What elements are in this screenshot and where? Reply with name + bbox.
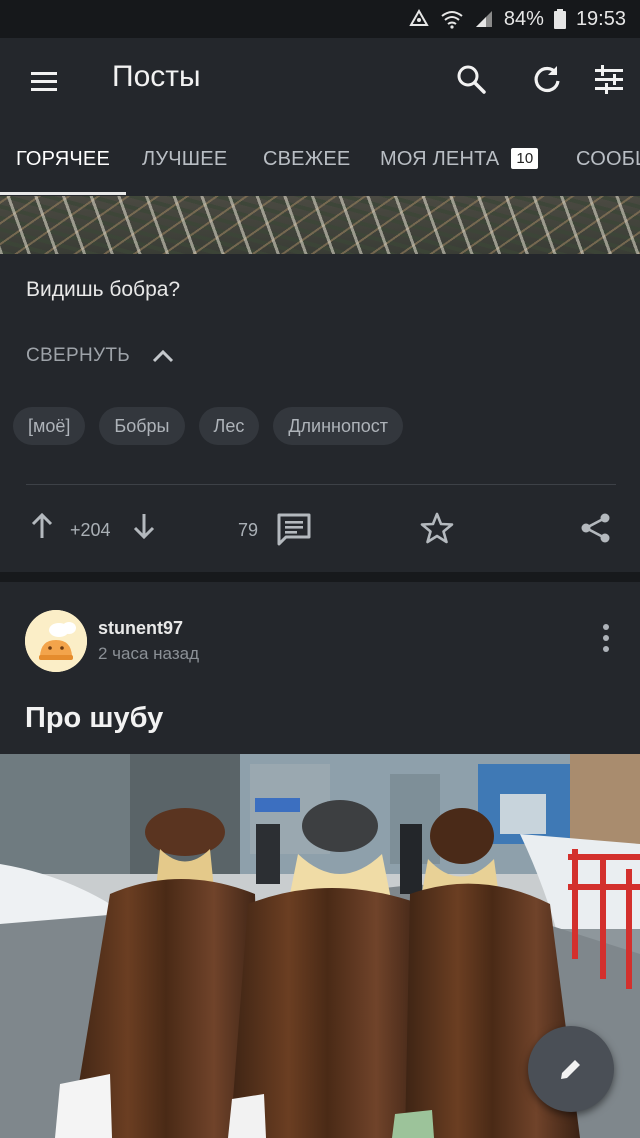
post-actions: +204 79 [0, 496, 640, 562]
clock: 19:53 [575, 7, 626, 30]
search-icon [457, 65, 486, 94]
signal-icon [474, 9, 494, 29]
tab-bar: ГОРЯЧЕЕ ЛУЧШЕЕ СВЕЖЕЕ МОЯ ЛЕНТА 10 СООБЩ [0, 122, 640, 196]
downvote-button[interactable] [132, 512, 156, 545]
collapse-label: СВЕРНУТЬ [26, 345, 131, 366]
post-card: Видишь бобра? СВЕРНУТЬ [моё] Бобры Лес Д… [0, 196, 640, 572]
post-image[interactable] [0, 196, 640, 254]
tag-chip[interactable]: Лес [198, 407, 260, 445]
chevron-up-icon [152, 349, 174, 363]
search-button[interactable] [454, 62, 488, 96]
star-icon [420, 512, 454, 544]
tab-my-feed[interactable]: МОЯ ЛЕНТА 10 [380, 148, 539, 171]
tag-chip[interactable]: Длиннопост [273, 407, 403, 445]
comment-icon [277, 513, 311, 546]
active-tab-indicator [0, 192, 126, 195]
tab-my-feed-label: МОЯ ЛЕНТА [380, 148, 500, 170]
app-bar: Посты ГОРЯЧЕЕ ЛУЧШЕЕ СВЕЖЕЕ МОЯ ЛЕНТА 10 … [0, 38, 640, 196]
favorite-button[interactable] [420, 512, 454, 549]
menu-icon [31, 72, 57, 91]
avatar[interactable] [25, 610, 87, 672]
share-icon [581, 513, 610, 543]
create-post-button[interactable] [528, 1026, 614, 1112]
filter-icon [595, 65, 623, 94]
more-button[interactable] [596, 622, 616, 654]
more-vert-icon [603, 624, 609, 652]
tag-list: [моё] Бобры Лес Длиннопост [13, 407, 403, 445]
tab-best[interactable]: ЛУЧШЕЕ [142, 148, 227, 171]
feed-separator [0, 572, 640, 582]
menu-button[interactable] [28, 64, 62, 98]
comments-button[interactable] [276, 512, 312, 551]
battery-percent: 84% [503, 7, 544, 30]
arrow-up-icon [31, 512, 53, 538]
arrow-down-icon [133, 514, 155, 540]
tab-communities[interactable]: СООБЩ [576, 148, 640, 171]
post-text: Видишь бобра? [26, 278, 181, 301]
upvote-button[interactable] [30, 512, 54, 545]
refresh-icon [534, 66, 560, 93]
divider [26, 484, 616, 485]
refresh-button[interactable] [530, 62, 564, 96]
username[interactable]: stunent97 [98, 618, 183, 639]
tag-chip[interactable]: Бобры [99, 407, 185, 445]
rating-value: +204 [70, 520, 111, 540]
collapse-button[interactable]: СВЕРНУТЬ [26, 345, 174, 367]
status-bar: 84% 19:53 [0, 0, 640, 38]
filter-button[interactable] [592, 62, 626, 96]
pencil-icon [561, 1057, 583, 1079]
tab-hot[interactable]: ГОРЯЧЕЕ [16, 148, 110, 171]
post-time: 2 часа назад [98, 644, 199, 663]
data-saver-icon [408, 9, 430, 29]
avatar-image [25, 610, 87, 672]
comments-count: 79 [238, 520, 259, 540]
tab-fresh[interactable]: СВЕЖЕЕ [263, 148, 350, 171]
tag-chip[interactable]: [моё] [13, 407, 86, 445]
post-title[interactable]: Про шубу [25, 702, 163, 735]
page-title: Посты [112, 60, 201, 93]
tab-badge: 10 [511, 148, 539, 169]
battery-icon [553, 9, 566, 29]
share-button[interactable] [580, 512, 612, 549]
wifi-icon [440, 9, 464, 29]
